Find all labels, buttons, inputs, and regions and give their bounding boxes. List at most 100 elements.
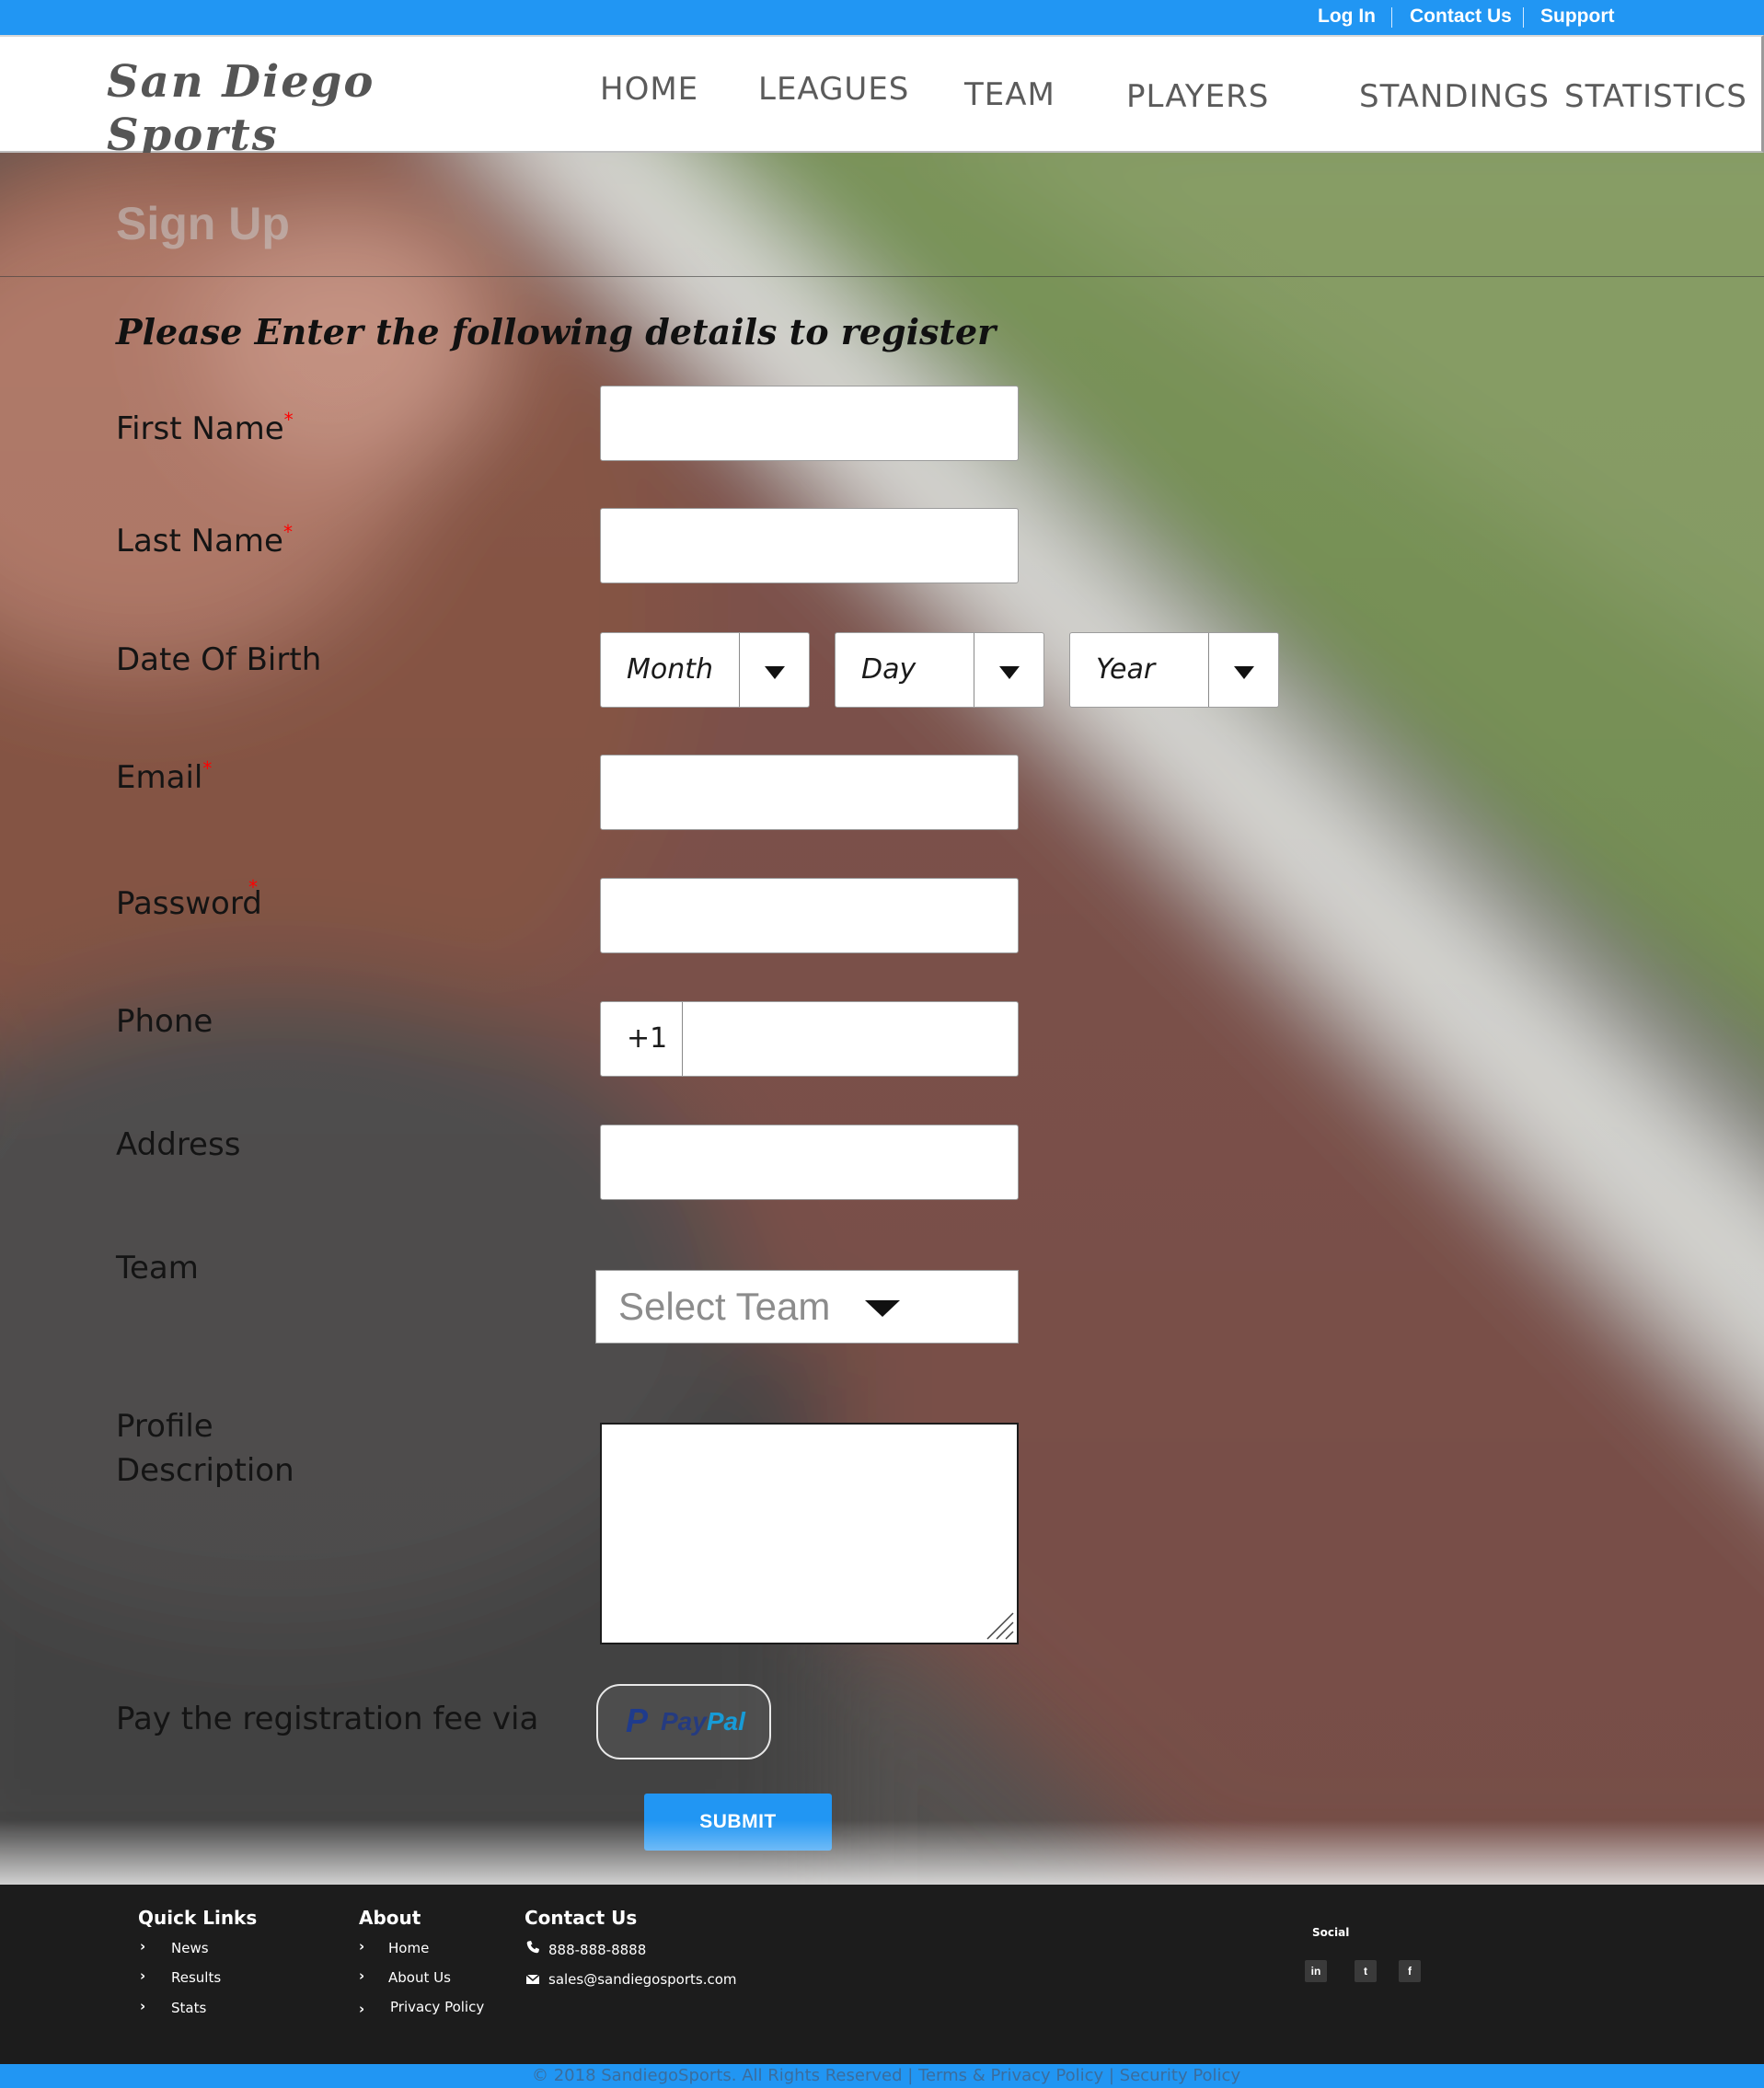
address-label: Address [116, 1126, 241, 1163]
required-asterisk: * [283, 409, 294, 431]
topbar-divider [1391, 7, 1392, 28]
contact-us-link[interactable]: Contact Us [1410, 4, 1512, 29]
email-field[interactable] [600, 755, 1019, 830]
dropdown-caret-icon [1234, 666, 1254, 679]
address-field[interactable] [600, 1125, 1019, 1200]
footer-link-privacy-policy[interactable]: Privacy Policy [390, 1999, 484, 2015]
site-logo[interactable]: San Diego Sports [107, 55, 410, 162]
footer-link-home[interactable]: Home [388, 1940, 429, 1956]
profile-label-line-1: Profile [116, 1408, 213, 1445]
envelope-icon [525, 1974, 540, 1984]
address-input[interactable] [601, 1125, 1018, 1199]
page-title: Sign Up [116, 198, 290, 249]
chevron-right-icon: › [359, 2001, 365, 2017]
chevron-right-icon: › [140, 1938, 146, 1955]
nav-leagues[interactable]: LEAGUES [758, 70, 909, 109]
select-divider [1208, 633, 1209, 707]
linkedin-icon[interactable]: in [1305, 1960, 1327, 1982]
password-input[interactable] [601, 879, 1018, 952]
dob-month-select[interactable]: Month [600, 632, 810, 708]
payment-label: Pay the registration fee via [116, 1701, 539, 1737]
dob-day-select[interactable]: Day [835, 632, 1044, 708]
paypal-logo-icon: P [626, 1702, 649, 1739]
footer-quick-links-heading: Quick Links [138, 1907, 258, 1929]
footer-link-about-us[interactable]: About Us [388, 1969, 451, 1986]
dob-day-value: Day [861, 653, 917, 686]
chevron-right-icon: › [140, 1998, 146, 2014]
last-name-label: Last Name* [116, 519, 293, 563]
phone-field[interactable]: +1 [600, 1001, 1019, 1077]
footer-link-stats[interactable]: Stats [171, 2000, 206, 2016]
dob-year-select[interactable]: Year [1069, 632, 1279, 708]
dropdown-caret-icon [765, 666, 785, 679]
footer-about-heading: About [359, 1907, 421, 1929]
site-footer: Quick Links › News › Results › Stats Abo… [0, 1885, 1764, 2064]
section-bottom-fade [0, 1820, 1764, 1885]
chevron-right-icon: › [359, 1938, 365, 1955]
paypal-pal: Pal [706, 1707, 745, 1736]
top-utility-bar: Log In Contact Us Support [0, 0, 1764, 35]
dob-year-value: Year [1096, 653, 1156, 686]
copyright-text: © 2018 SandiegoSports. All Rights Reserv… [532, 2066, 1241, 2085]
topbar-divider [1523, 7, 1524, 28]
password-label-text: Password [116, 885, 262, 922]
required-asterisk: * [282, 521, 293, 543]
site-header: San Diego Sports HOME LEAGUES TEAM PLAYE… [0, 35, 1764, 161]
dob-month-value: Month [627, 653, 714, 686]
footer-contact-heading: Contact Us [525, 1907, 638, 1929]
title-divider [0, 276, 1764, 277]
required-asterisk: * [202, 757, 213, 779]
copyright-bar: © 2018 SandiegoSports. All Rights Reserv… [0, 2064, 1764, 2088]
email-input[interactable] [601, 756, 1018, 829]
dropdown-caret-icon [999, 666, 1020, 679]
profile-label-line-2: Description [116, 1452, 294, 1489]
footer-link-news[interactable]: News [171, 1940, 209, 1956]
first-name-label-text: First Name [116, 410, 284, 447]
first-name-label: First Name* [116, 407, 294, 451]
profile-description-label: Profile Description [116, 1404, 294, 1493]
phone-divider [682, 1002, 683, 1076]
footer-phone-number[interactable]: 888-888-8888 [548, 1942, 646, 1958]
logo-line-1: San Diego [107, 56, 375, 108]
twitter-icon[interactable]: t [1355, 1960, 1377, 1982]
nav-players[interactable]: PLAYERS [1126, 77, 1269, 116]
phone-input[interactable] [684, 1002, 1015, 1076]
paypal-wordmark: PayPal [661, 1706, 745, 1737]
nav-statistics[interactable]: STATISTICS [1564, 77, 1747, 116]
nav-home[interactable]: HOME [600, 70, 698, 109]
select-divider [739, 633, 740, 707]
first-name-input[interactable] [601, 386, 1018, 460]
nav-standings[interactable]: STANDINGS [1359, 77, 1550, 116]
form-instructions: Please Enter the following details to re… [116, 311, 997, 352]
nav-team[interactable]: TEAM [964, 75, 1055, 114]
resize-grip-icon[interactable] [984, 1609, 1015, 1641]
footer-social-heading: Social [1312, 1926, 1350, 1939]
last-name-field[interactable] [600, 508, 1019, 583]
chevron-right-icon: › [359, 1967, 365, 1984]
required-asterisk: * [248, 876, 258, 898]
facebook-icon[interactable]: f [1399, 1960, 1421, 1982]
phone-icon [526, 1941, 539, 1954]
first-name-field[interactable] [600, 386, 1019, 461]
login-link[interactable]: Log In [1318, 4, 1376, 29]
team-select[interactable]: Select Team [595, 1270, 1019, 1344]
password-label: Password [116, 882, 262, 926]
profile-description-textarea[interactable] [600, 1423, 1019, 1644]
password-field[interactable] [600, 878, 1019, 953]
support-link[interactable]: Support [1540, 4, 1614, 29]
email-label-text: Email [116, 759, 203, 796]
paypal-button[interactable]: P PayPal [596, 1684, 771, 1759]
email-label: Email* [116, 756, 212, 800]
footer-link-results[interactable]: Results [171, 1969, 221, 1986]
chevron-right-icon: › [140, 1967, 146, 1984]
dropdown-caret-icon [865, 1300, 900, 1317]
footer-email-link[interactable]: sales@sandiegosports.com [548, 1971, 737, 1988]
last-name-input[interactable] [601, 509, 1018, 583]
signup-section: Sign Up Please Enter the following detai… [0, 153, 1764, 1885]
phone-label: Phone [116, 1003, 213, 1040]
team-label: Team [116, 1250, 199, 1286]
paypal-pay: Pay [661, 1707, 707, 1736]
last-name-label-text: Last Name [116, 523, 283, 559]
team-select-placeholder: Select Team [618, 1285, 831, 1328]
phone-country-code: +1 [627, 1022, 668, 1055]
